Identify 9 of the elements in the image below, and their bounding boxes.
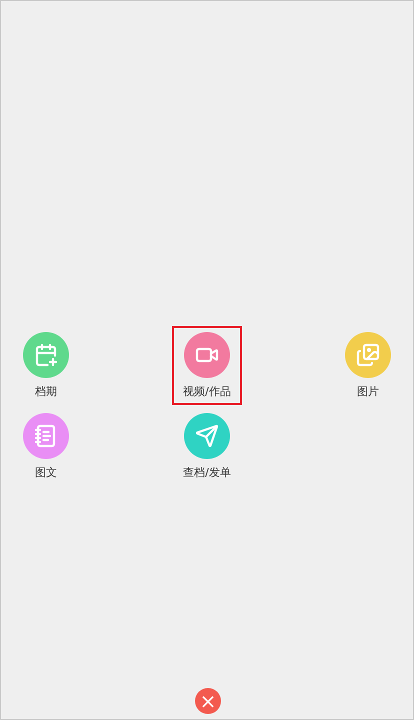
menu-item[interactable]: 档期	[11, 326, 81, 405]
images-icon	[356, 343, 380, 367]
menu-item[interactable]: 查档/发单	[172, 407, 242, 486]
notebook-icon	[34, 424, 58, 448]
paper-plane-icon	[195, 424, 219, 448]
menu-item[interactable]: 图片	[333, 326, 403, 405]
calendar-plus-icon	[34, 343, 58, 367]
menu-item[interactable]: 视频/作品	[172, 326, 242, 405]
menu-item[interactable]: 图文	[11, 407, 81, 486]
